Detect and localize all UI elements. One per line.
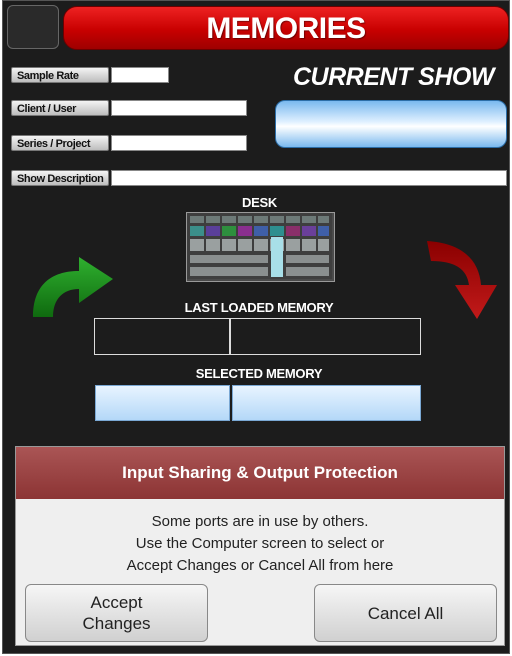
- last-loaded-memory-label: LAST LOADED MEMORY: [184, 300, 334, 315]
- memories-panel: MEMORIES Sample Rate Client / User Serie…: [2, 0, 510, 654]
- show-description-field[interactable]: [111, 170, 507, 186]
- dialog-message-line1: Some ports are in use by others.: [151, 513, 369, 530]
- page-title: MEMORIES: [63, 6, 509, 50]
- selected-memory-label: SELECTED MEMORY: [195, 366, 323, 381]
- sample-rate-field: [111, 67, 169, 83]
- selected-memory-right[interactable]: [232, 385, 421, 421]
- show-description-label: Show Description: [11, 170, 109, 186]
- dialog-message: Some ports are in use by others. Use the…: [16, 511, 504, 577]
- client-user-label: Client / User: [11, 100, 109, 116]
- cancel-all-button[interactable]: Cancel All: [314, 584, 497, 642]
- input-sharing-dialog: Input Sharing & Output Protection Some p…: [15, 446, 505, 646]
- current-show-heading: CURRENT SHOW: [293, 63, 494, 91]
- desk-label: DESK: [242, 195, 277, 210]
- recall-arrow-icon[interactable]: [421, 237, 507, 328]
- selected-memory-left[interactable]: [95, 385, 230, 421]
- series-project-label: Series / Project: [11, 135, 109, 151]
- last-loaded-memory-right: [230, 318, 421, 355]
- accept-changes-button[interactable]: Accept Changes: [25, 584, 208, 642]
- dialog-title: Input Sharing & Output Protection: [16, 447, 504, 499]
- last-loaded-memory-left: [94, 318, 230, 355]
- sample-rate-label: Sample Rate: [11, 67, 109, 83]
- accept-changes-label-line1: Accept: [90, 593, 143, 612]
- series-project-field[interactable]: [111, 135, 247, 151]
- desk-icon: [186, 212, 335, 282]
- dialog-message-line3: Accept Changes or Cancel All from here: [126, 557, 394, 574]
- dialog-message-line2: Use the Computer screen to select or: [135, 535, 385, 552]
- menu-tab[interactable]: [7, 5, 59, 49]
- current-show-field[interactable]: [275, 100, 507, 148]
- client-user-field[interactable]: [111, 100, 247, 116]
- accept-changes-label-line2: Changes: [82, 614, 151, 633]
